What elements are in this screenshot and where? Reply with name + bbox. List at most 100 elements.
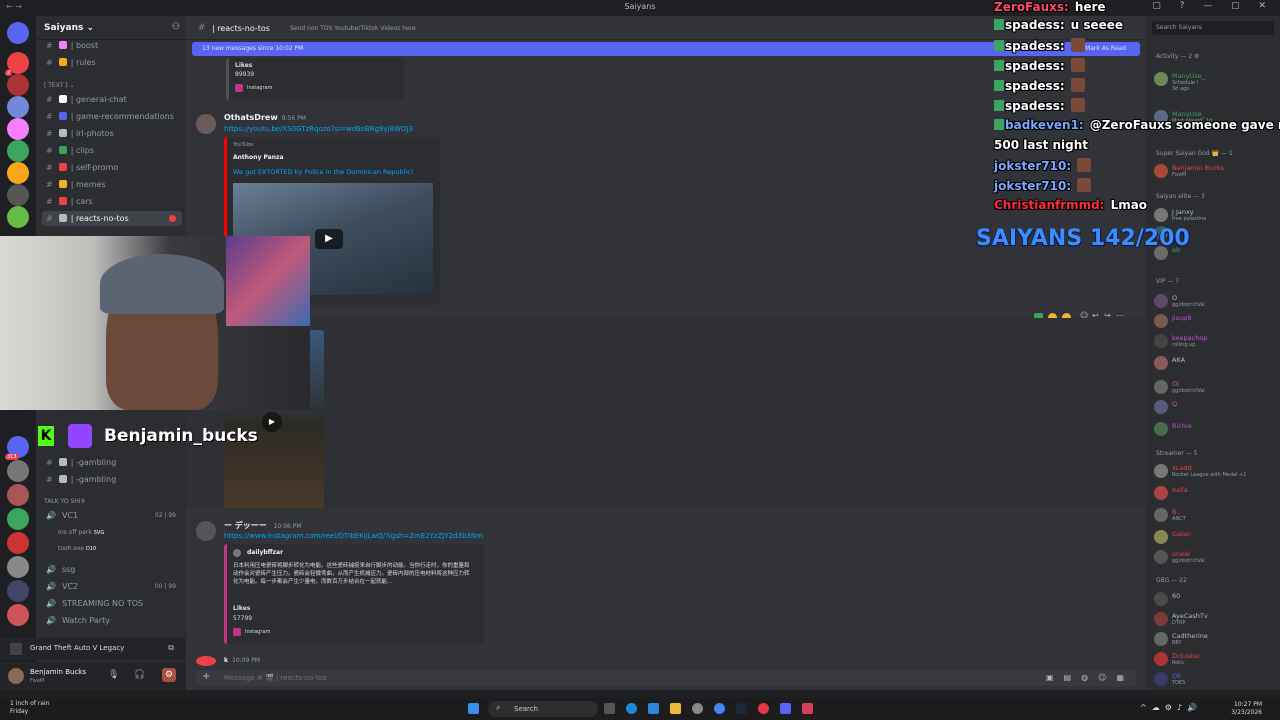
message-link[interactable]: https://www.instagram.com/reel/DTIbEKijL… bbox=[224, 532, 483, 540]
channel-self-promo[interactable]: # | self-promo bbox=[42, 160, 182, 175]
headphones-icon[interactable]: 🎧 bbox=[134, 670, 145, 680]
username[interactable]: Benjamin Bucks bbox=[30, 668, 86, 676]
server-icon[interactable]: 2 bbox=[5, 52, 29, 76]
new-messages-label: 13 new messages since 10:02 PM bbox=[202, 45, 304, 52]
activity-panel[interactable]: Grand Theft Auto V Legacy ⧉ bbox=[0, 638, 186, 660]
member-item[interactable]: Dctusiuc Roks bbox=[1154, 650, 1278, 668]
message-input[interactable]: Message # 🎬 | reacts-no-tos bbox=[196, 670, 1136, 686]
channel-clips[interactable]: # | clips bbox=[42, 143, 182, 158]
microphone-icon[interactable]: 🎙 bbox=[108, 670, 119, 680]
server-icon[interactable] bbox=[7, 184, 29, 206]
member-item[interactable]: Galan bbox=[1154, 528, 1278, 546]
edge-icon[interactable] bbox=[626, 703, 637, 714]
settings-icon[interactable] bbox=[692, 703, 703, 714]
voice-user[interactable]: Ice off perk SVG bbox=[54, 525, 182, 540]
member-item[interactable]: oneal gg/districtVal bbox=[1154, 548, 1278, 566]
member-item[interactable]: jisup9 bbox=[1154, 312, 1278, 330]
channel-memes[interactable]: # | memes bbox=[42, 177, 182, 192]
home-icon[interactable] bbox=[7, 22, 29, 44]
channel-cars[interactable]: # | cars bbox=[42, 194, 182, 209]
explorer-icon[interactable] bbox=[670, 703, 681, 714]
weather-widget[interactable]: 1 inch of rain Friday bbox=[10, 700, 50, 716]
clock[interactable]: 10:27 PM 3/23/2026 bbox=[1231, 701, 1262, 717]
system-tray[interactable]: ^☁⚙♪🔊 bbox=[1140, 703, 1202, 712]
voice-channel-ssg[interactable]: 🔊 ssg bbox=[42, 562, 182, 577]
member-item[interactable]: Q bbox=[1154, 398, 1278, 416]
server-icon[interactable] bbox=[7, 580, 29, 602]
server-icon[interactable] bbox=[7, 460, 29, 482]
avatar[interactable] bbox=[196, 521, 216, 541]
avatar bbox=[1154, 294, 1168, 308]
channel-irl-photos[interactable]: # | irl-photos bbox=[42, 126, 182, 141]
voice-channel-streaming[interactable]: 🔊 STREAMING NO TOS bbox=[42, 596, 182, 611]
server-icon[interactable] bbox=[7, 206, 29, 228]
channel-general-chat[interactable]: # | general-chat bbox=[42, 92, 182, 107]
server-icon[interactable]: 313 bbox=[5, 436, 29, 460]
member-name: xLadd bbox=[1172, 464, 1192, 472]
server-icon[interactable] bbox=[7, 556, 29, 578]
server-icon[interactable] bbox=[7, 96, 29, 118]
steam-icon[interactable] bbox=[736, 703, 747, 714]
popout-icon[interactable]: ⧉ bbox=[168, 643, 174, 653]
member-item[interactable]: Ogg/districtVal bbox=[1154, 292, 1278, 310]
composer-tools[interactable]: ▣▤◍☺▦ bbox=[1046, 673, 1134, 682]
voice-channel-vc1[interactable]: 🔊 VC1 02 | 99 bbox=[42, 508, 182, 523]
start-icon[interactable] bbox=[468, 703, 479, 714]
message-author[interactable]: OthatsDrew 9:56 PM bbox=[224, 113, 306, 122]
hovered-message[interactable]: ▶ bbox=[186, 318, 1146, 508]
chrome-icon[interactable] bbox=[714, 703, 725, 714]
play-icon[interactable]: ▶ bbox=[315, 229, 343, 249]
server-header[interactable]: Saiyans ⌄ ⚇ bbox=[36, 16, 186, 40]
avatar[interactable] bbox=[8, 668, 24, 684]
voice-channel-vc2[interactable]: 🔊 VC2 00 | 99 bbox=[42, 579, 182, 594]
message-author[interactable]: ー デッーー 10:06 PM bbox=[224, 520, 302, 531]
server-icon[interactable] bbox=[7, 162, 29, 184]
message-link[interactable]: https://youtu.be/XS0GTzRqozo?si=wd6oBRg9… bbox=[224, 125, 413, 133]
channel-boost[interactable]: # | boost bbox=[42, 38, 182, 53]
member-name: Richie bbox=[1172, 422, 1192, 430]
channel-reacts-no-tos[interactable]: # | reacts-no-tos bbox=[42, 211, 182, 226]
member-item[interactable]: Richie bbox=[1154, 420, 1278, 438]
server-icon[interactable] bbox=[7, 484, 29, 506]
discord-icon[interactable] bbox=[780, 703, 791, 714]
store-icon[interactable] bbox=[648, 703, 659, 714]
server-icon[interactable] bbox=[7, 604, 29, 626]
play-icon[interactable]: ▶ bbox=[262, 412, 282, 432]
category-voice[interactable]: TALK YO SHI✞ bbox=[44, 498, 86, 505]
app-icon[interactable] bbox=[802, 703, 813, 714]
channel-rules[interactable]: # | rules bbox=[42, 55, 182, 70]
channel-gambling-2[interactable]: # | -gambling bbox=[42, 472, 182, 487]
member-item[interactable]: Ol gg/districtVal bbox=[1154, 378, 1278, 396]
member-item[interactable]: Cadtherine BBY bbox=[1154, 630, 1278, 648]
member-item[interactable]: keepachop rolling up bbox=[1154, 332, 1278, 350]
message-author[interactable]: k 10:09 PM bbox=[224, 657, 260, 664]
app-icon[interactable] bbox=[758, 703, 769, 714]
member-item[interactable]: Oli TOES bbox=[1154, 670, 1278, 688]
avatar bbox=[1154, 356, 1168, 370]
voice-channel-watch-party[interactable]: 🔊 Watch Party bbox=[42, 613, 182, 628]
channel-topic[interactable]: Send non TOS Youtube/Tiktok Videos here bbox=[290, 25, 416, 32]
avatar[interactable] bbox=[196, 656, 216, 666]
server-icon[interactable] bbox=[7, 532, 29, 554]
voice-user[interactable]: tooh.exe D10 bbox=[54, 541, 182, 556]
server-icon[interactable] bbox=[7, 118, 29, 140]
invite-icon[interactable]: ⚇ bbox=[172, 22, 180, 32]
member-item[interactable]: xLadd Rocket League with Medal +1 bbox=[1154, 462, 1278, 480]
task-view-icon[interactable] bbox=[604, 703, 615, 714]
taskbar-search[interactable]: Search bbox=[488, 701, 598, 717]
server-icon[interactable] bbox=[7, 74, 29, 96]
member-status: rolling up bbox=[1172, 342, 1196, 348]
member-item[interactable]: B.. ANCT bbox=[1154, 506, 1278, 524]
server-icon[interactable] bbox=[7, 140, 29, 162]
member-item[interactable]: 60 bbox=[1154, 590, 1278, 608]
channel-gambling[interactable]: # | -gambling bbox=[42, 455, 182, 470]
server-icon[interactable] bbox=[7, 508, 29, 530]
channel-game-recommendations[interactable]: # | game-recommendations bbox=[42, 109, 182, 124]
settings-icon[interactable]: ⚙ bbox=[162, 668, 176, 682]
member-item[interactable]: AyeCashTv DTRP bbox=[1154, 610, 1278, 628]
avatar[interactable] bbox=[196, 114, 216, 134]
member-item[interactable]: AKA bbox=[1154, 354, 1278, 372]
member-item[interactable]: balla bbox=[1154, 484, 1278, 502]
add-attachment-icon[interactable]: + bbox=[202, 671, 210, 682]
category-text[interactable]: [ Text ] ⌄ bbox=[44, 82, 75, 89]
